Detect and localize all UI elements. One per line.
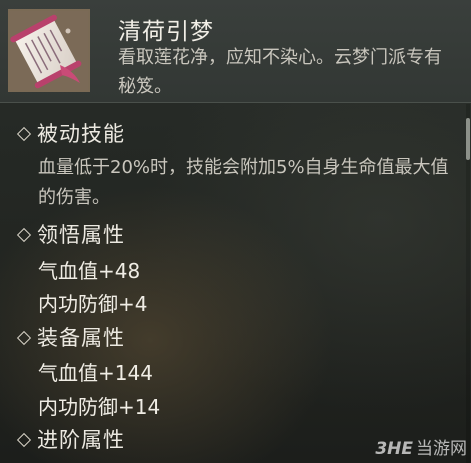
stat-line: 内功防御+14: [38, 395, 161, 419]
passive-skill-description: 血量低于20%时，技能会附加5%自身生命值最大值的伤害。: [38, 157, 449, 208]
section-passive-skill: 被动技能: [16, 118, 125, 148]
item-description: 看取莲花净，应知不染心。云梦门派专有秘笈。: [118, 47, 442, 97]
stat-line: 气血值+144: [38, 361, 153, 385]
diamond-bullet-icon: [16, 432, 32, 447]
section-advanced-attributes: 进阶属性: [16, 424, 125, 454]
stat-line: 内功防御+4: [38, 292, 148, 316]
section-title: 进阶属性: [37, 428, 125, 452]
stat-line: 气血值+48: [38, 259, 141, 283]
section-title: 被动技能: [37, 122, 125, 146]
scroll-icon: [8, 9, 90, 92]
section-title: 领悟属性: [37, 223, 125, 247]
watermark-logo: 3HE: [375, 439, 413, 459]
diamond-bullet-icon: [16, 330, 32, 345]
section-comprehension-attributes: 领悟属性: [16, 219, 125, 249]
diamond-bullet-icon: [16, 126, 32, 141]
section-equipment-attributes: 装备属性: [16, 322, 125, 352]
diamond-bullet-icon: [16, 227, 32, 242]
site-watermark: 3HE 当游网: [375, 434, 467, 459]
section-title: 装备属性: [37, 326, 125, 350]
tooltip-header: 清荷引梦 看取莲花净，应知不染心。云梦门派专有秘笈。: [0, 0, 471, 103]
scrollbar-thumb[interactable]: [466, 118, 470, 160]
watermark-site-name: 当游网: [416, 439, 467, 459]
item-name: 清荷引梦: [118, 19, 214, 45]
item-tooltip: 清荷引梦 看取莲花净，应知不染心。云梦门派专有秘笈。 被动技能 血量低于20%时…: [0, 0, 471, 463]
